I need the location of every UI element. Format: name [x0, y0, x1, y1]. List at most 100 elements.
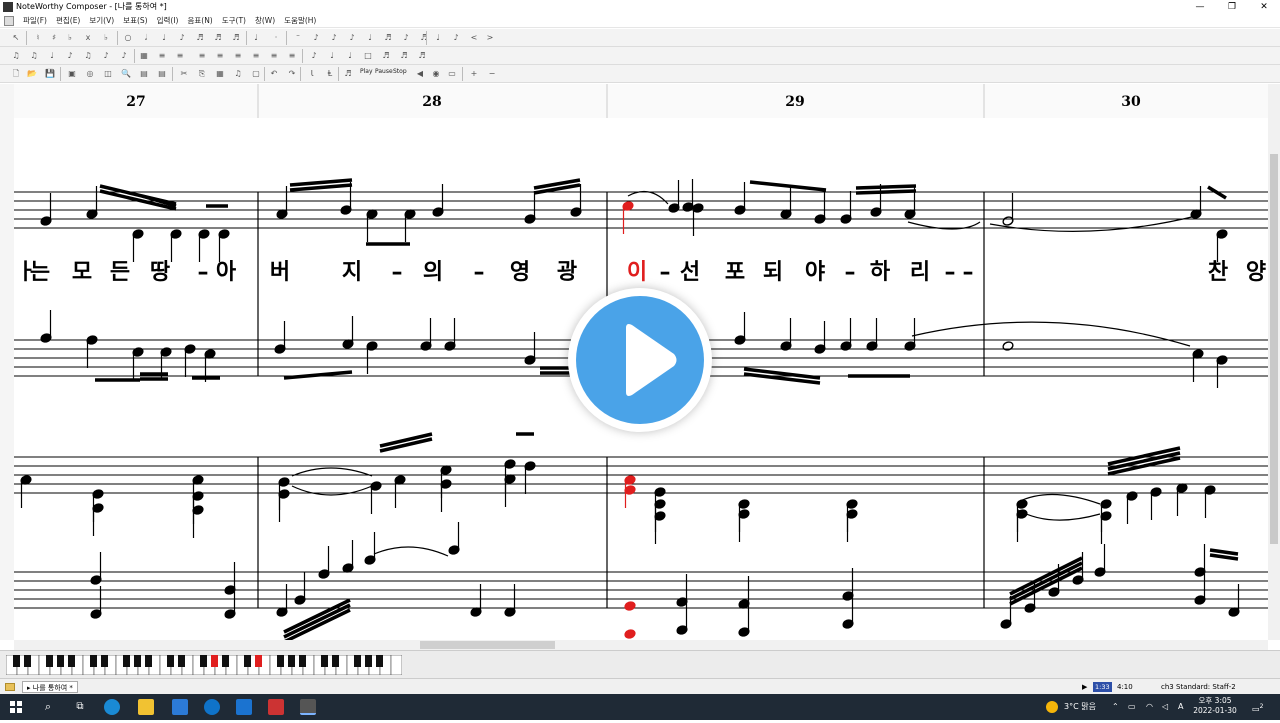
folder-icon[interactable]	[5, 683, 15, 691]
flat-icon[interactable]: ♭	[64, 32, 76, 44]
note[interactable]	[470, 584, 482, 617]
crescendo-icon[interactable]: <	[468, 32, 480, 44]
page-setup-icon[interactable]: ◫	[102, 68, 114, 80]
menu-doc-icon[interactable]	[4, 16, 14, 26]
rest-half-icon[interactable]: ♪	[310, 32, 322, 44]
note[interactable]	[274, 321, 286, 354]
note[interactable]	[524, 461, 536, 494]
indent-icon[interactable]: ≡	[232, 50, 244, 62]
piano-black-key[interactable]	[178, 655, 185, 667]
metronome-icon[interactable]: ♬	[342, 68, 354, 80]
eighth-note-icon[interactable]: ♪	[176, 32, 188, 44]
piano-black-key[interactable]	[277, 655, 284, 667]
copy-page-icon[interactable]: ▤	[138, 68, 150, 80]
tray-overflow-icon[interactable]: ⌃	[1112, 694, 1119, 720]
note[interactable]	[1126, 491, 1138, 524]
piano-black-key[interactable]	[134, 655, 141, 667]
keyboard-icon[interactable]: ▭	[446, 68, 458, 80]
note[interactable]	[676, 602, 688, 635]
fermata-icon[interactable]: ♬	[416, 50, 428, 62]
note[interactable]	[866, 318, 878, 351]
text-icon[interactable]: ♬	[398, 50, 410, 62]
performance-icon[interactable]: ♩	[344, 50, 356, 62]
note[interactable]	[90, 552, 102, 585]
piano-black-key[interactable]	[332, 655, 339, 667]
remove-staff-icon[interactable]: −	[486, 68, 498, 80]
note[interactable]	[440, 479, 452, 512]
file-explorer-icon[interactable]	[138, 699, 154, 715]
note[interactable]	[504, 584, 516, 617]
note[interactable]	[218, 229, 230, 262]
task-view-icon[interactable]: ⧉	[72, 699, 88, 715]
note[interactable]	[1216, 229, 1228, 262]
note[interactable]	[90, 586, 102, 619]
weather-icon[interactable]	[1046, 701, 1058, 713]
note[interactable]	[814, 321, 826, 354]
menu-tools[interactable]: 도구(T)	[222, 14, 246, 27]
piano-black-key[interactable]	[200, 655, 207, 667]
note[interactable]	[1100, 511, 1112, 544]
network-icon[interactable]: ▭	[1128, 694, 1136, 720]
note[interactable]	[624, 601, 636, 612]
ime-indicator[interactable]: A	[1178, 694, 1183, 720]
slur-icon[interactable]: ♩	[432, 32, 444, 44]
piano-white-key[interactable]	[390, 655, 402, 675]
note[interactable]	[734, 182, 746, 215]
note[interactable]	[654, 511, 666, 544]
beam-icon[interactable]: ♫	[82, 50, 94, 62]
note[interactable]	[1192, 349, 1204, 382]
note[interactable]	[1000, 596, 1012, 629]
piano-black-key[interactable]	[222, 655, 229, 667]
thirtysecond-note-icon[interactable]: ♬	[212, 32, 224, 44]
note[interactable]	[504, 474, 516, 507]
note[interactable]	[444, 318, 456, 351]
sixteenth-note-icon[interactable]: ♬	[194, 32, 206, 44]
whole-note-icon[interactable]: ○	[122, 32, 134, 44]
note[interactable]	[132, 229, 144, 262]
stem-down-icon[interactable]: ♪	[64, 50, 76, 62]
save-icon[interactable]: 💾	[44, 68, 56, 80]
note[interactable]	[734, 312, 746, 345]
chord-member-icon[interactable]: ♫	[28, 50, 40, 62]
note[interactable]	[1002, 341, 1014, 352]
rest-quarter-icon[interactable]: ♪	[328, 32, 340, 44]
quarter-note-icon[interactable]: ♩	[158, 32, 170, 44]
note[interactable]	[276, 186, 288, 219]
add-staff-icon[interactable]: +	[468, 68, 480, 80]
menu-view[interactable]: 보기(V)	[89, 14, 114, 27]
noteworthy-taskbar-icon[interactable]	[300, 699, 316, 715]
special-ending-icon[interactable]: ♬	[380, 50, 392, 62]
piano-black-key[interactable]	[365, 655, 372, 667]
piano-black-key[interactable]	[123, 655, 130, 667]
stop-button[interactable]: Stop	[393, 66, 407, 78]
horizontal-scroll-thumb[interactable]	[420, 641, 555, 649]
note[interactable]	[524, 191, 536, 224]
piano-black-key[interactable]	[244, 655, 251, 667]
note[interactable]	[170, 229, 182, 262]
note[interactable]	[86, 335, 98, 368]
dynamic-icon[interactable]: ♪	[308, 50, 320, 62]
note[interactable]	[366, 209, 378, 242]
note[interactable]	[780, 186, 792, 219]
wifi-icon[interactable]: ◠	[1146, 694, 1153, 720]
note[interactable]	[814, 191, 826, 224]
grace-icon[interactable]: ♪	[400, 32, 412, 44]
piano-black-key[interactable]	[46, 655, 53, 667]
pointer-icon[interactable]: ↖	[10, 32, 22, 44]
note[interactable]	[682, 179, 694, 212]
outdent-icon[interactable]: ≡	[250, 50, 262, 62]
align-center-icon[interactable]: ≡	[174, 50, 186, 62]
edge-icon[interactable]	[104, 699, 120, 715]
rest-whole-icon[interactable]: 𝄻	[292, 32, 304, 44]
layout-icon[interactable]: ≡	[286, 50, 298, 62]
dot-icon[interactable]: ♩	[250, 32, 262, 44]
piano-black-key[interactable]	[13, 655, 20, 667]
paste-icon[interactable]: ▦	[214, 68, 226, 80]
rest-sixteenth-icon[interactable]: ♩	[364, 32, 376, 44]
paste-music-icon[interactable]: ♫	[232, 68, 244, 80]
note[interactable]	[276, 584, 288, 617]
double-dot-icon[interactable]: ·	[270, 32, 282, 44]
piano-black-key[interactable]	[145, 655, 152, 667]
note[interactable]	[278, 489, 290, 522]
spacing-icon[interactable]: ≡	[268, 50, 280, 62]
